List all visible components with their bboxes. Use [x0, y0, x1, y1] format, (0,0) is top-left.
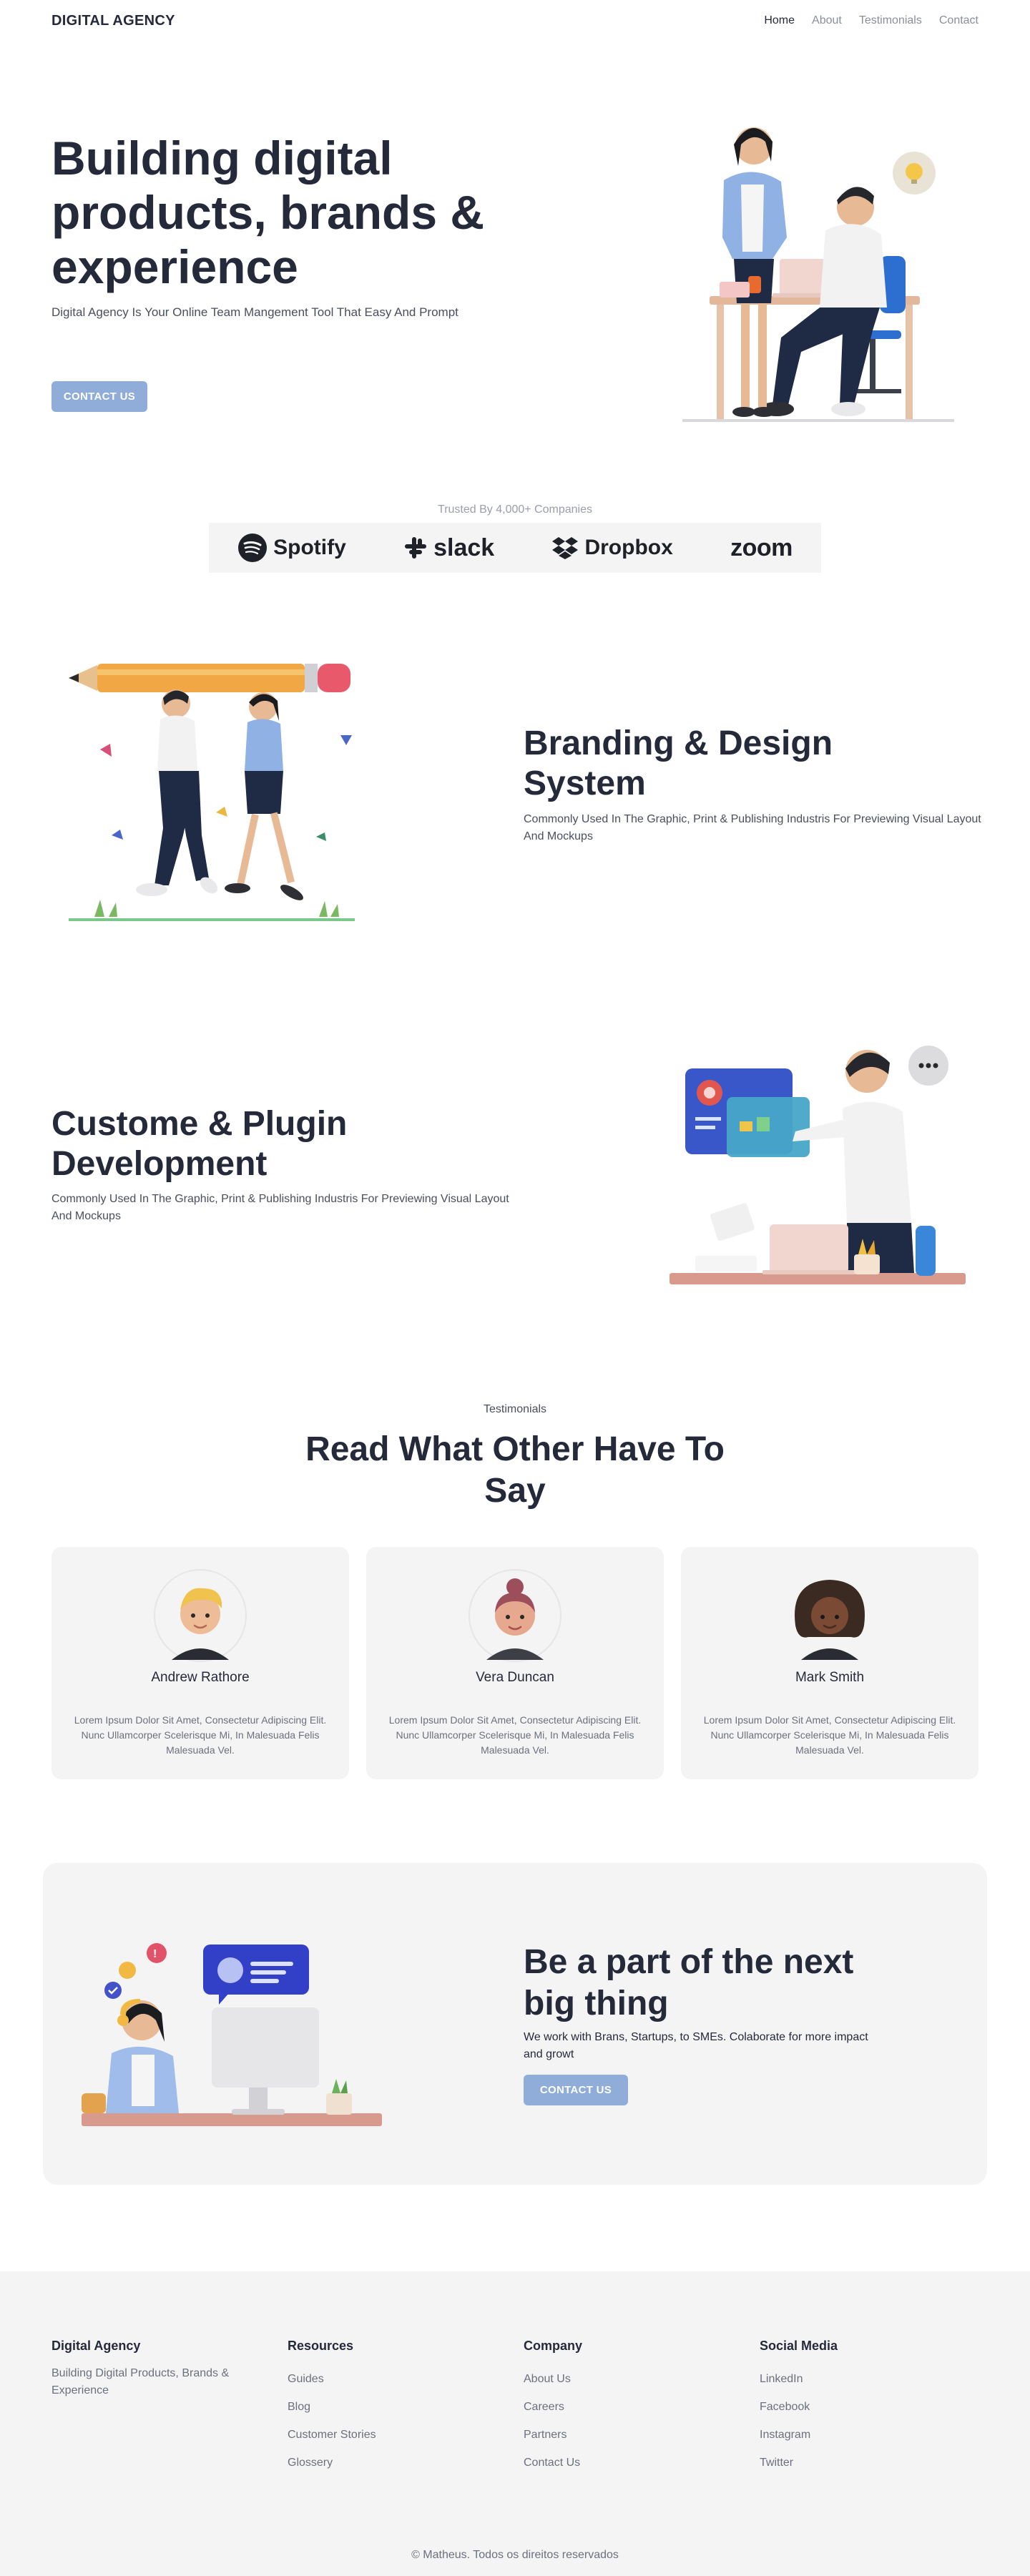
svg-text:!: ! — [153, 1948, 157, 1960]
company-logos: Spotify slack Dropbox zoom — [209, 523, 821, 573]
developer-illustration — [670, 1046, 966, 1284]
footer-link-customer-stories[interactable]: Customer Stories — [288, 2421, 488, 2449]
copyright: © Matheus. Todos os direitos reservados — [411, 2549, 619, 2561]
feature-branding-title: Branding & Design System — [524, 724, 833, 802]
check-icon — [104, 1982, 122, 1999]
footer-link-twitter[interactable]: Twitter — [760, 2449, 960, 2477]
avatar-vera — [469, 1569, 561, 1662]
spotify-logo: Spotify — [237, 533, 346, 563]
testimonial-cards: Andrew Rathore Lorem Ipsum Dolor Sit Ame… — [52, 1547, 978, 1779]
dropbox-logo: Dropbox — [551, 536, 673, 560]
slack-icon — [405, 537, 427, 559]
footer-brand: Digital Agency Building Digital Products… — [52, 2339, 245, 2399]
footer-link-guides[interactable]: Guides — [288, 2365, 488, 2393]
hero-contact-button[interactable]: CONTACT US — [52, 381, 147, 412]
spotify-icon — [238, 534, 268, 562]
slack-logo: slack — [403, 534, 494, 562]
nav-link-home[interactable]: Home — [764, 14, 795, 27]
dropbox-icon — [552, 537, 579, 559]
nav-links: Home About Testimonials Contact — [764, 14, 978, 27]
nav-link-contact[interactable]: Contact — [939, 14, 978, 27]
testimonials-title: Read What Other Have To Say — [305, 1430, 725, 1510]
footer-company: Company About Us Careers Partners Contac… — [524, 2339, 724, 2477]
hero-team-illustration — [682, 127, 954, 422]
hero-title: Building digital products, brands & expe… — [52, 132, 485, 293]
footer-link-linkedin[interactable]: LinkedIn — [760, 2365, 960, 2393]
avatar-mark — [795, 1580, 865, 1660]
cta-panel: ! Be a part of the next big thing We wor… — [43, 1863, 987, 2185]
zoom-logo: zoom — [730, 534, 793, 562]
footer-brand-description: Building Digital Products, Brands & Expe… — [52, 2367, 230, 2396]
footer-link-about-us[interactable]: About Us — [524, 2365, 724, 2393]
footer-link-partners[interactable]: Partners — [524, 2421, 724, 2449]
help-icon — [119, 1962, 136, 1979]
trusted-text: Trusted By 4,000+ Companies — [438, 503, 592, 516]
dropbox-wordmark: Dropbox — [584, 536, 673, 559]
testimonial-text: Lorem Ipsum Dolor Sit Amet, Consectetur … — [703, 1714, 956, 1756]
testimonial-text: Lorem Ipsum Dolor Sit Amet, Consectetur … — [388, 1714, 642, 1756]
footer-link-contact-us[interactable]: Contact Us — [524, 2449, 724, 2477]
pencil-carry-illustration — [69, 664, 355, 921]
testimonial-card: Vera Duncan Lorem Ipsum Dolor Sit Amet, … — [366, 1547, 664, 1779]
zoom-wordmark: zoom — [730, 534, 793, 561]
avatar-andrew — [154, 1569, 247, 1662]
site-logo[interactable]: DIGITAL AGENCY — [52, 13, 175, 29]
footer-company-title: Company — [524, 2339, 583, 2353]
cta-contact-button[interactable]: CONTACT US — [524, 2075, 628, 2105]
testimonial-card: Andrew Rathore Lorem Ipsum Dolor Sit Ame… — [52, 1547, 349, 1779]
cta-title: Be a part of the next big thing — [524, 1943, 854, 2022]
testimonial-name: Vera Duncan — [476, 1670, 554, 1685]
floor-line — [682, 419, 954, 422]
footer-resources: Resources Guides Blog Customer Stories G… — [288, 2339, 488, 2477]
footer: Digital Agency Building Digital Products… — [0, 2271, 1030, 2576]
desk-surface — [82, 2113, 382, 2126]
laptop — [770, 1224, 848, 1273]
spotify-wordmark: Spotify — [273, 536, 346, 559]
feature-plugin-text: Commonly Used In The Graphic, Print & Pu… — [52, 1193, 509, 1222]
footer-link-careers[interactable]: Careers — [524, 2393, 724, 2421]
top-nav: DIGITAL AGENCY Home About Testimonials C… — [52, 0, 978, 41]
testimonial-card: Mark Smith Lorem Ipsum Dolor Sit Amet, C… — [681, 1547, 978, 1779]
cta-text: We work with Brans, Startups, to SMEs. C… — [524, 2031, 868, 2060]
footer-social-title: Social Media — [760, 2339, 838, 2353]
nav-link-testimonials[interactable]: Testimonials — [859, 14, 922, 27]
testimonials-label: Testimonials — [483, 1403, 547, 1415]
feature-plugin-title: Custome & Plugin Development — [52, 1105, 348, 1183]
footer-social: Social Media LinkedIn Facebook Instagram… — [760, 2339, 960, 2477]
footer-link-instagram[interactable]: Instagram — [760, 2421, 960, 2449]
testimonial-text: Lorem Ipsum Dolor Sit Amet, Consectetur … — [74, 1714, 327, 1756]
footer-link-facebook[interactable]: Facebook — [760, 2393, 960, 2421]
feature-branding-text: Commonly Used In The Graphic, Print & Pu… — [524, 813, 981, 842]
hero-subtitle: Digital Agency Is Your Online Team Mange… — [52, 305, 458, 319]
footer-resources-title: Resources — [288, 2339, 354, 2353]
monitor — [212, 2007, 319, 2088]
support-agent-illustration: ! — [82, 1943, 382, 2126]
footer-link-blog[interactable]: Blog — [288, 2393, 488, 2421]
slack-wordmark: slack — [433, 534, 495, 561]
footer-brand-title: Digital Agency — [52, 2339, 141, 2353]
grass-line — [69, 918, 355, 921]
footer-link-glossery[interactable]: Glossery — [288, 2449, 488, 2477]
testimonial-name: Mark Smith — [795, 1670, 865, 1685]
testimonial-name: Andrew Rathore — [151, 1670, 250, 1685]
nav-link-about[interactable]: About — [812, 14, 842, 27]
